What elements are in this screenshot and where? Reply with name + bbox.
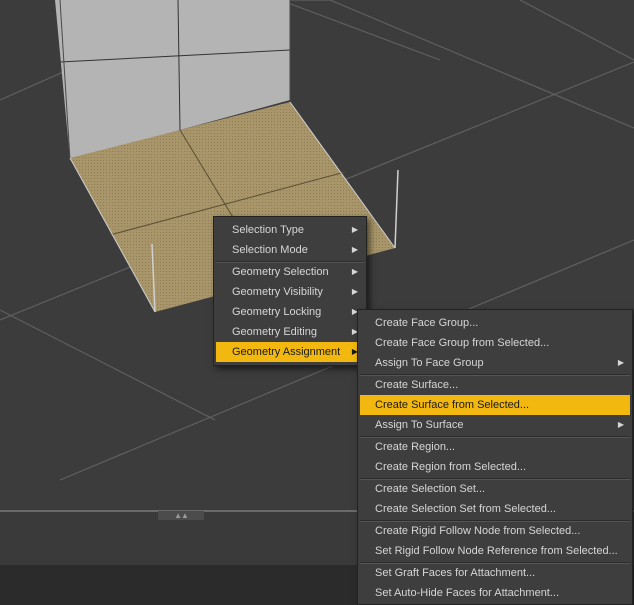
- double-chevron-icon[interactable]: ▲▲: [158, 511, 204, 520]
- menu-item-set-rigid-follow-node-reference[interactable]: Set Rigid Follow Node Reference from Sel…: [360, 541, 630, 561]
- menu-item-label: Set Graft Faces for Attachment...: [375, 567, 536, 579]
- menu-item-set-graft-faces[interactable]: Set Graft Faces for Attachment...: [360, 563, 630, 583]
- menu-item-geometry-selection[interactable]: Geometry Selection ▶: [216, 262, 364, 282]
- menu-item-geometry-editing[interactable]: Geometry Editing ▶: [216, 322, 364, 342]
- triangle-right-icon: ▶: [351, 287, 358, 296]
- menu-item-create-region-from-selected[interactable]: Create Region from Selected...: [360, 457, 630, 477]
- geometry-assignment-submenu: Create Face Group... Create Face Group f…: [357, 309, 633, 605]
- triangle-right-icon: ▶: [351, 245, 358, 254]
- menu-item-create-region[interactable]: Create Region...: [360, 437, 630, 457]
- menu-item-selection-mode[interactable]: Selection Mode ▶: [216, 240, 364, 260]
- menu-item-label: Geometry Assignment: [232, 346, 341, 358]
- menu-item-create-surface[interactable]: Create Surface...: [360, 375, 630, 395]
- menu-item-create-selection-set-from-selected[interactable]: Create Selection Set from Selected...: [360, 499, 630, 519]
- menu-item-label: Create Selection Set...: [375, 483, 486, 495]
- triangle-right-icon: ▶: [617, 358, 624, 367]
- menu-item-geometry-locking[interactable]: Geometry Locking ▶: [216, 302, 364, 322]
- menu-item-create-selection-set[interactable]: Create Selection Set...: [360, 479, 630, 499]
- menu-item-label: Create Face Group...: [375, 317, 479, 329]
- menu-item-label: Assign To Face Group: [375, 357, 484, 369]
- menu-item-create-rigid-follow-node[interactable]: Create Rigid Follow Node from Selected..…: [360, 521, 630, 541]
- triangle-right-icon: ▶: [351, 225, 358, 234]
- context-menu: Selection Type ▶ Selection Mode ▶ Geomet…: [213, 216, 367, 366]
- menu-item-assign-to-face-group[interactable]: Assign To Face Group ▶: [360, 353, 630, 373]
- menu-item-label: Create Selection Set from Selected...: [375, 503, 556, 515]
- menu-item-label: Geometry Visibility: [232, 286, 323, 298]
- menu-item-label: Create Face Group from Selected...: [375, 337, 550, 349]
- menu-item-label: Create Surface from Selected...: [375, 399, 530, 411]
- triangle-right-icon: ▶: [617, 420, 624, 429]
- menu-item-selection-type[interactable]: Selection Type ▶: [216, 220, 364, 240]
- menu-item-geometry-visibility[interactable]: Geometry Visibility ▶: [216, 282, 364, 302]
- menu-item-assign-to-surface[interactable]: Assign To Surface ▶: [360, 415, 630, 435]
- menu-item-label: Geometry Locking: [232, 306, 322, 318]
- menu-item-set-auto-hide-faces[interactable]: Set Auto-Hide Faces for Attachment...: [360, 583, 630, 603]
- menu-item-label: Selection Type: [232, 224, 304, 236]
- menu-item-label: Geometry Selection: [232, 266, 329, 278]
- menu-item-label: Selection Mode: [232, 244, 308, 256]
- menu-item-label: Set Auto-Hide Faces for Attachment...: [375, 587, 560, 599]
- menu-item-create-face-group-from-selected[interactable]: Create Face Group from Selected...: [360, 333, 630, 353]
- menu-item-label: Assign To Surface: [375, 419, 464, 431]
- menu-item-label: Create Region...: [375, 441, 456, 453]
- triangle-right-icon: ▶: [351, 267, 358, 276]
- menu-item-geometry-assignment[interactable]: Geometry Assignment ▶: [216, 342, 364, 362]
- menu-item-label: Create Surface...: [375, 379, 459, 391]
- menu-item-label: Set Rigid Follow Node Reference from Sel…: [375, 545, 618, 557]
- menu-item-label: Create Rigid Follow Node from Selected..…: [375, 525, 581, 537]
- menu-item-create-surface-from-selected[interactable]: Create Surface from Selected...: [360, 395, 630, 415]
- menu-item-label: Geometry Editing: [232, 326, 317, 338]
- menu-item-create-face-group[interactable]: Create Face Group...: [360, 313, 630, 333]
- menu-item-label: Create Region from Selected...: [375, 461, 527, 473]
